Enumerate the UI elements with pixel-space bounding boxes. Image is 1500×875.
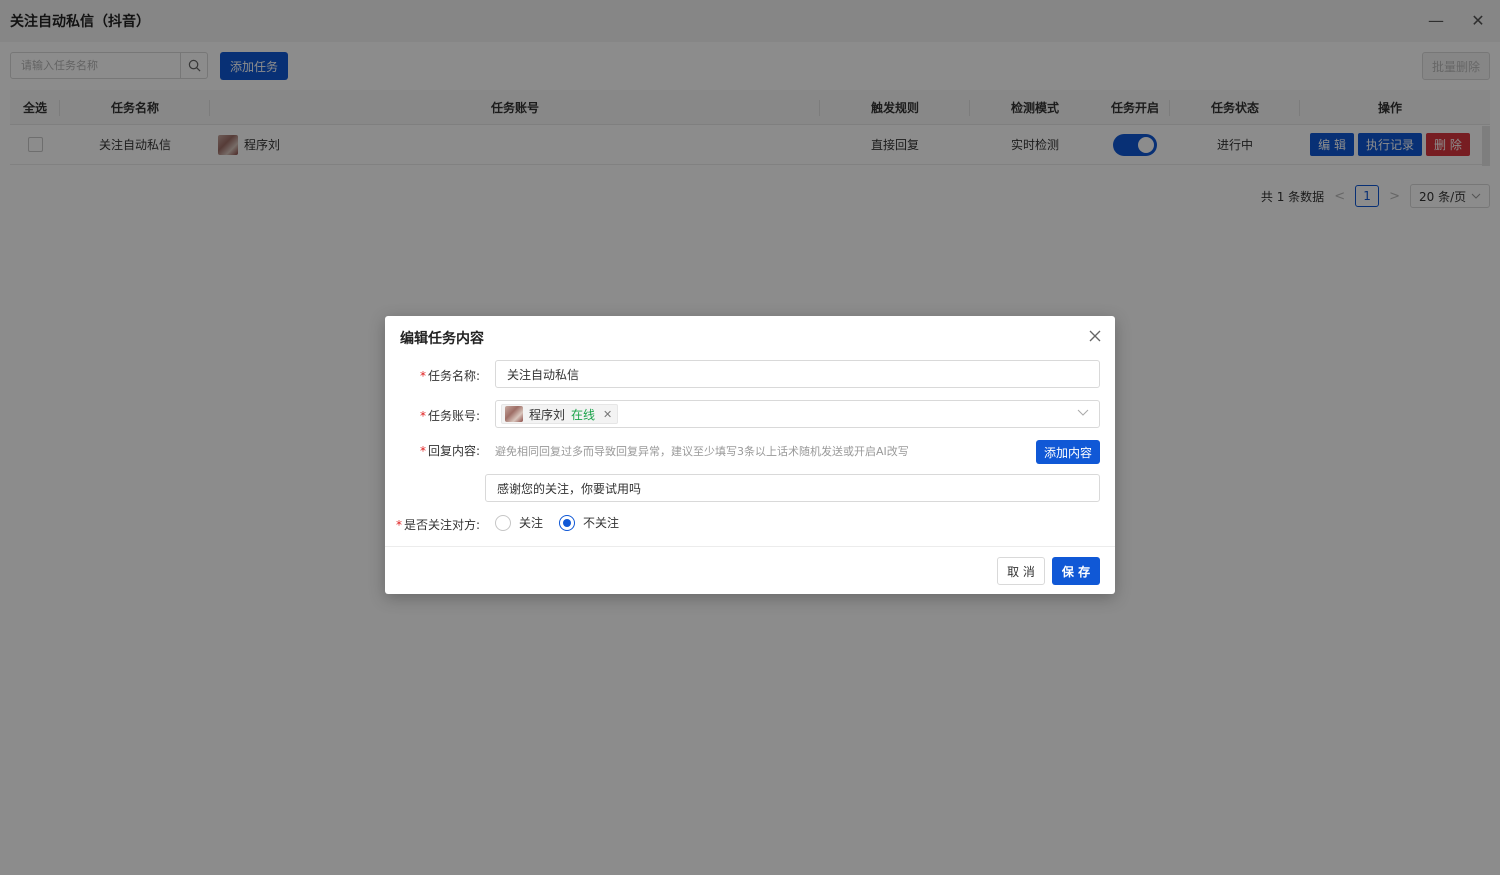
radio-no-follow[interactable]: 不关注: [559, 514, 619, 531]
account-label: * 任务账号:: [419, 409, 480, 423]
reply-label: * 回复内容:: [419, 444, 480, 458]
close-icon[interactable]: [1087, 328, 1103, 344]
reply-content-input[interactable]: 感谢您的关注，你要试用吗: [485, 474, 1100, 502]
follow-radio-group: 关注 不关注: [495, 514, 619, 531]
form-row-reply-item: 感谢您的关注，你要试用吗: [385, 474, 1100, 502]
chevron-down-icon: [1077, 409, 1089, 416]
edit-task-dialog: 编辑任务内容 * 任务名称: 关注自动私信 * 任务账号: 程序刘 在线 ✕ * 回复…: [385, 316, 1115, 594]
form-row-reply: * 回复内容: 避免相同回复过多而导致回复异常，建议至少填写3条以上话术随机发送或…: [385, 440, 1100, 466]
account-tag: 程序刘 在线 ✕: [501, 404, 619, 424]
form-row-follow: * 是否关注对方: 关注 不关注: [385, 514, 1100, 534]
add-content-button[interactable]: 添加内容: [1036, 440, 1100, 464]
radio-follow-label: 关注: [519, 516, 544, 530]
account-select[interactable]: 程序刘 在线 ✕: [495, 400, 1100, 428]
dialog-footer: 取 消 保 存: [385, 546, 1115, 594]
radio-follow-circle[interactable]: [495, 514, 511, 531]
dialog-title: 编辑任务内容: [400, 331, 484, 347]
account-tag-name: 程序刘: [529, 407, 566, 422]
form-row-task-name: * 任务名称: 关注自动私信: [385, 360, 1100, 388]
reply-hint: 避免相同回复过多而导致回复异常，建议至少填写3条以上话术随机发送或开启AI改写: [495, 445, 909, 458]
save-button[interactable]: 保 存: [1052, 557, 1100, 585]
radio-follow[interactable]: 关注: [495, 514, 543, 531]
cancel-button[interactable]: 取 消: [997, 557, 1045, 585]
account-online-status: 在线: [571, 407, 596, 422]
radio-no-follow-label: 不关注: [583, 516, 620, 530]
follow-label: * 是否关注对方:: [395, 518, 480, 532]
radio-no-follow-circle[interactable]: [559, 514, 576, 531]
remove-tag-icon[interactable]: ✕: [603, 408, 612, 421]
form-row-account: * 任务账号: 程序刘 在线 ✕: [385, 400, 1100, 428]
account-avatar: [505, 406, 523, 422]
task-name-input[interactable]: 关注自动私信: [495, 360, 1100, 388]
task-name-label: * 任务名称:: [419, 369, 480, 383]
